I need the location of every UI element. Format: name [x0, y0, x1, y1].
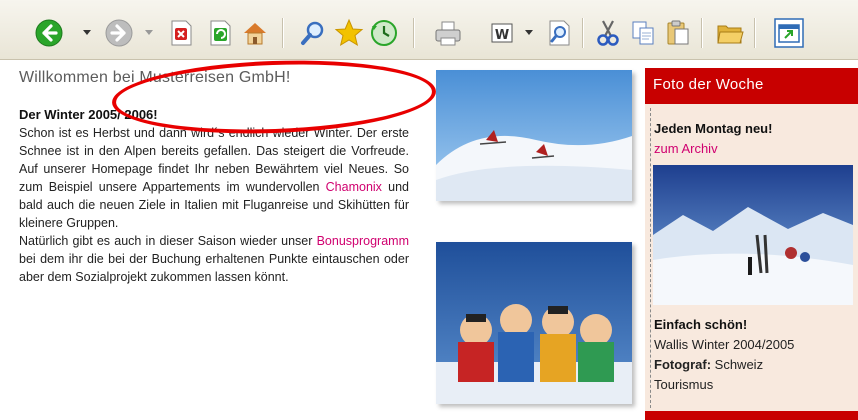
bonusprogramm-link[interactable]: Bonusprogramm: [317, 234, 409, 248]
photo-of-the-week-panel: Foto der Woche Jeden Montag neu! zum Arc…: [645, 68, 858, 420]
panel-divider: [650, 108, 651, 408]
caption-photographer-cont: Tourismus: [654, 377, 714, 392]
article-paragraph: Natürlich gibt es auch in dieser Saison …: [19, 232, 409, 286]
svg-text:W: W: [495, 28, 509, 43]
caption-title: Einfach schön!: [654, 317, 748, 332]
paste-icon[interactable]: [663, 18, 693, 48]
archive-link[interactable]: zum Archiv: [654, 141, 718, 156]
article-paragraph: Schon ist es Herbst und dann wird´s endl…: [19, 124, 409, 232]
caption-photographer: Fotograf: Schweiz: [654, 357, 763, 372]
toolbar-separator: [701, 18, 703, 48]
photo-of-the-week-image: [653, 165, 853, 309]
new-window-icon[interactable]: [774, 18, 804, 48]
panel-subtitle: Jeden Montag neu!: [654, 121, 773, 136]
back-dropdown-icon[interactable]: [83, 30, 91, 36]
edit-dropdown-icon[interactable]: [525, 30, 533, 36]
article-body: Schon ist es Herbst und dann wird´s endl…: [19, 124, 409, 286]
stop-icon[interactable]: [166, 18, 196, 48]
chamonix-link[interactable]: Chamonix: [326, 180, 382, 194]
panel-footer-bar: [645, 411, 858, 420]
caption-location: Wallis Winter 2004/2005: [654, 337, 795, 352]
forward-dropdown-icon[interactable]: [145, 30, 153, 36]
back-icon[interactable]: [34, 18, 64, 48]
folder-icon[interactable]: [715, 18, 745, 48]
photographer-label: Fotograf:: [654, 357, 712, 372]
edit-icon[interactable]: W: [487, 18, 517, 48]
refresh-icon[interactable]: [205, 18, 235, 48]
toolbar-separator: [582, 18, 584, 48]
paragraph-text: bei dem ihr die bei der Buchung erhalten…: [19, 252, 409, 284]
panel-title: Foto der Woche: [645, 68, 858, 104]
toolbar-separator: [413, 18, 415, 48]
copy-icon[interactable]: [628, 18, 658, 48]
search-icon[interactable]: [298, 18, 328, 48]
print-icon[interactable]: [433, 18, 463, 48]
history-icon[interactable]: [369, 18, 399, 48]
forward-icon[interactable]: [104, 18, 134, 48]
favorites-icon[interactable]: [334, 18, 364, 48]
toolbar-separator: [754, 18, 756, 48]
home-icon[interactable]: [240, 18, 270, 48]
ski-slope-photo: [436, 70, 632, 201]
photographer-value: Schweiz: [711, 357, 764, 372]
cut-icon[interactable]: [593, 18, 623, 48]
toolbar-separator: [282, 18, 284, 48]
browser-toolbar: W: [0, 0, 858, 60]
ski-group-photo: [436, 242, 632, 404]
paragraph-text: Natürlich gibt es auch in dieser Saison …: [19, 234, 317, 248]
preview-icon[interactable]: [544, 18, 574, 48]
